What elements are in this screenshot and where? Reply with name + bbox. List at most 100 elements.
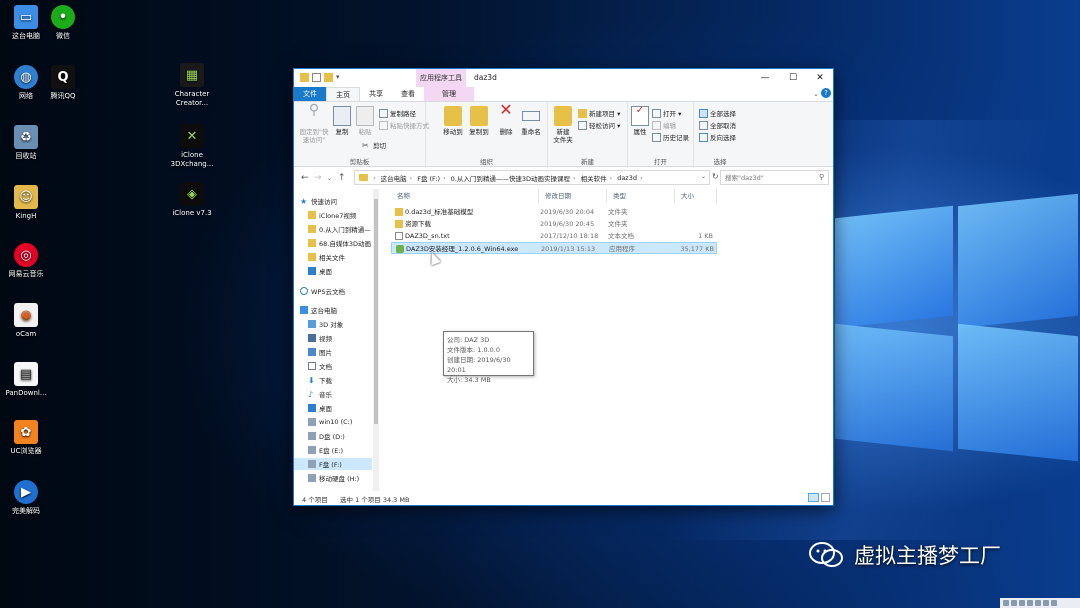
- nav-item[interactable]: 桌面: [294, 402, 372, 414]
- copy-path-button[interactable]: 复制路径: [379, 108, 416, 118]
- nav-item[interactable]: 图片: [294, 346, 372, 358]
- tray-icon[interactable]: [1027, 600, 1033, 606]
- desktop-icon-qq[interactable]: Q 腾讯QQ: [37, 65, 89, 101]
- nav-item[interactable]: WPS云文档: [294, 285, 372, 297]
- new-folder-icon[interactable]: [324, 73, 333, 82]
- tray-icon[interactable]: [1019, 600, 1025, 606]
- column-header-size[interactable]: 大小: [675, 189, 717, 203]
- breadcrumb-separator-icon[interactable]: ›: [373, 174, 376, 182]
- nav-item[interactable]: win10 (C:): [294, 416, 372, 428]
- breadcrumb-f-drive[interactable]: F盘 (F:): [417, 173, 440, 183]
- edit-button[interactable]: 编辑: [652, 120, 676, 130]
- nav-item[interactable]: 移动硬盘 (H:): [294, 472, 372, 484]
- chevron-down-icon[interactable]: ⌄: [813, 90, 819, 98]
- address-dropdown-icon[interactable]: ⌄: [701, 173, 706, 180]
- maximize-button[interactable]: ☐: [780, 69, 806, 87]
- pin-quick-access-button[interactable]: ⚲ 固定到"快 速访问": [297, 103, 331, 144]
- nav-item[interactable]: ⬇ 下载: [294, 374, 372, 386]
- nav-item[interactable]: 文档: [294, 360, 372, 372]
- search-input[interactable]: [720, 170, 829, 185]
- minimize-button[interactable]: —: [752, 69, 778, 87]
- tab-share[interactable]: 共享: [360, 87, 392, 101]
- title-bar[interactable]: ▾ 应用程序工具 daz3d — ☐ ✕: [294, 69, 833, 87]
- nav-item[interactable]: 68.自媒体3D动画: [294, 237, 372, 249]
- nav-item[interactable]: F盘 (F:): [294, 458, 372, 470]
- desktop-icon-wechat[interactable]: • 微信: [37, 5, 89, 41]
- details-view-button[interactable]: [808, 493, 819, 502]
- close-button[interactable]: ✕: [807, 69, 833, 87]
- nav-item[interactable]: D盘 (D:): [294, 430, 372, 442]
- desktop-icon-pandownload[interactable]: ▤ PanDownl...: [0, 362, 52, 398]
- properties-icon[interactable]: [312, 73, 321, 82]
- desktop-icon-recycle-bin[interactable]: ♻ 回收站: [0, 125, 52, 161]
- new-folder-button[interactable]: 新建 文件夹: [551, 106, 575, 144]
- file-row[interactable]: DAZ3D安装经理_1.2.0.6_Win64.exe 2019/1/13 15…: [391, 242, 717, 254]
- back-arrow-icon[interactable]: ←: [301, 173, 309, 183]
- nav-item[interactable]: ♪ 音乐: [294, 388, 372, 400]
- forward-arrow-icon[interactable]: →: [314, 173, 322, 183]
- open-button[interactable]: 打开 ▾: [652, 108, 681, 118]
- tray-icon[interactable]: [1051, 600, 1057, 606]
- tray-icon[interactable]: [1035, 600, 1041, 606]
- nav-item[interactable]: 这台电脑: [294, 304, 372, 316]
- nav-item[interactable]: 0.从入门到精通—: [294, 223, 372, 235]
- desktop-icon-uc-browser[interactable]: ✿ UC浏览器: [0, 420, 52, 456]
- desktop-icon-character-creator[interactable]: ▦ Character Creator...: [166, 63, 218, 108]
- scrollbar-thumb[interactable]: [374, 199, 378, 424]
- column-header-date[interactable]: 修改日期: [539, 189, 607, 203]
- tab-manage[interactable]: 管理: [424, 87, 474, 101]
- breadcrumb-course[interactable]: 0.从入门到精通——快速3D动画实操课程: [451, 173, 570, 183]
- paste-button[interactable]: 粘贴: [355, 106, 375, 136]
- navigation-scrollbar[interactable]: [373, 189, 379, 491]
- customize-toolbar-icon[interactable]: ▾: [336, 73, 340, 82]
- select-none-button[interactable]: 全部取消: [699, 120, 736, 130]
- desktop-icon-netease-music[interactable]: ◎ 网易云音乐: [0, 243, 52, 279]
- tray-icon[interactable]: [1011, 600, 1017, 606]
- nav-item[interactable]: 桌面: [294, 265, 372, 277]
- help-icon[interactable]: ?: [821, 88, 831, 98]
- nav-item[interactable]: 3D 对象: [294, 318, 372, 330]
- nav-item[interactable]: iClone7视频: [294, 209, 372, 221]
- breadcrumb-daz3d[interactable]: daz3d: [617, 174, 637, 182]
- desktop-icon-kingh[interactable]: ☺ KingH: [0, 185, 52, 221]
- easy-access-button[interactable]: 轻松访问 ▾: [578, 120, 620, 130]
- desktop-icon-ocam[interactable]: ◉ oCam: [0, 303, 52, 339]
- refresh-icon[interactable]: ↻: [712, 172, 719, 181]
- nav-item[interactable]: 视频: [294, 332, 372, 344]
- delete-button[interactable]: ✕ 删除: [497, 102, 515, 137]
- address-bar[interactable]: › 这台电脑 › F盘 (F:) › 0.从入门到精通——快速3D动画实操课程 …: [354, 170, 710, 185]
- tab-view[interactable]: 查看: [392, 87, 424, 101]
- breadcrumb-separator-icon[interactable]: ›: [573, 174, 576, 182]
- new-item-button[interactable]: 新建项目 ▾: [578, 108, 620, 118]
- recent-locations-icon[interactable]: ⌄: [327, 175, 332, 182]
- desktop-icon-perfect-decoder[interactable]: ▶ 完美解码: [0, 480, 52, 516]
- up-arrow-icon[interactable]: ↑: [338, 173, 346, 183]
- desktop-icon-iclone-3dxchange[interactable]: ✕ iClone 3DXchang...: [166, 124, 218, 169]
- file-row[interactable]: 0.daz3d_标准基础模型 2019/6/30 20:04 文件夹: [391, 206, 717, 218]
- file-row[interactable]: 资源下载 2019/6/30 20:45 文件夹: [391, 218, 717, 230]
- column-header-type[interactable]: 类型: [607, 189, 675, 203]
- breadcrumb-separator-icon[interactable]: ›: [610, 174, 613, 182]
- copy-button[interactable]: 复制: [332, 106, 352, 136]
- cut-button[interactable]: ✂ 剪切: [362, 140, 386, 151]
- tab-home[interactable]: 主页: [326, 87, 360, 101]
- column-header-name[interactable]: 名称: [391, 189, 539, 203]
- breadcrumb-separator-icon[interactable]: ›: [443, 174, 446, 182]
- breadcrumb-separator-icon[interactable]: ›: [640, 174, 643, 182]
- invert-selection-button[interactable]: 反向选择: [699, 132, 736, 142]
- history-button[interactable]: 历史记录: [652, 132, 689, 142]
- nav-item[interactable]: E盘 (E:): [294, 444, 372, 456]
- desktop-icon-iclone[interactable]: ◈ iClone v7.3: [166, 182, 218, 218]
- tab-file[interactable]: 文件: [294, 87, 326, 101]
- file-row[interactable]: DAZ3D_sn.txt 2017/12/10 18:18 文本文档 1 KB: [391, 230, 717, 242]
- tray-icon[interactable]: [1003, 600, 1009, 606]
- properties-button[interactable]: ✓ 属性: [631, 106, 649, 136]
- paste-shortcut-button[interactable]: 粘贴快捷方式: [379, 120, 429, 130]
- select-all-button[interactable]: 全部选择: [699, 108, 736, 118]
- nav-item[interactable]: 相关文件: [294, 251, 372, 263]
- move-to-button[interactable]: 移动到: [442, 106, 464, 136]
- nav-item[interactable]: ★ 快速访问: [294, 195, 372, 207]
- large-icons-view-button[interactable]: [821, 493, 830, 502]
- rename-button[interactable]: 重命名: [519, 106, 543, 136]
- copy-to-button[interactable]: 复制到: [468, 106, 490, 136]
